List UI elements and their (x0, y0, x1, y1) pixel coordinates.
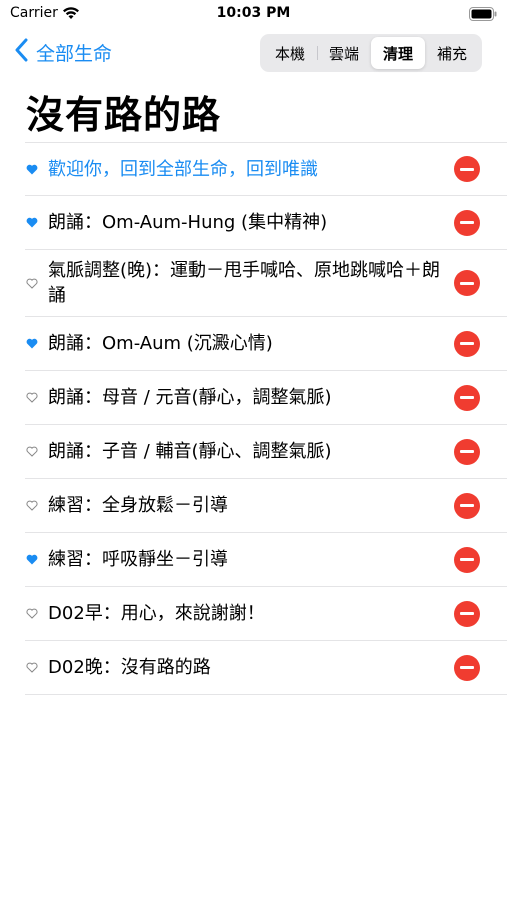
segmented-control: 本機 雲端 清理 補充 (260, 34, 482, 72)
list-item-label: D02晚：沒有路的路 (48, 657, 211, 678)
segment-cleanup[interactable]: 清理 (371, 37, 425, 69)
delete-button[interactable] (454, 270, 480, 296)
list-item[interactable]: 朗誦：子音 / 輔音(靜心、調整氣脈) (25, 425, 507, 479)
page-title: 沒有路的路 (26, 93, 222, 137)
heart-filled-icon[interactable] (25, 162, 39, 176)
battery-icon (469, 6, 497, 25)
delete-button[interactable] (454, 546, 480, 573)
delete-button[interactable] (454, 330, 480, 357)
heart-outline-icon[interactable] (25, 499, 39, 513)
list-item-label: 練習：呼吸靜坐－引導 (48, 549, 228, 570)
list-item-label: 朗誦：Om-Aum-Hung (集中精神) (48, 212, 328, 233)
list-item-label: 朗誦：子音 / 輔音(靜心、調整氣脈) (48, 441, 332, 462)
heart-outline-icon[interactable] (25, 391, 39, 405)
list-item[interactable]: 朗誦：Om-Aum (沉澱心情) (25, 317, 507, 371)
delete-button[interactable] (454, 156, 480, 182)
list-item-label: 練習：全身放鬆－引導 (48, 495, 228, 516)
heart-filled-icon[interactable] (25, 337, 39, 351)
status-bar: Carrier 10:03 PM (0, 0, 507, 30)
heart-filled-icon[interactable] (25, 553, 39, 567)
segment-local[interactable]: 本機 (263, 37, 317, 69)
chevron-left-icon (14, 38, 28, 66)
list-item-label: 朗誦：母音 / 元音(靜心，調整氣脈) (48, 387, 332, 408)
delete-button[interactable] (454, 654, 480, 681)
list-item[interactable]: 朗誦：母音 / 元音(靜心，調整氣脈) (25, 371, 507, 425)
list-item[interactable]: 歡迎你，回到全部生命，回到唯識 (25, 142, 507, 196)
delete-button[interactable] (454, 384, 480, 411)
list-item-label: 氣脈調整(晚)：運動－甩手喊哈、原地跳喊哈＋朗誦 (48, 260, 441, 306)
list-item[interactable]: D02早：用心，來說謝謝！ (25, 587, 507, 641)
heart-outline-icon[interactable] (25, 661, 39, 675)
segment-cloud[interactable]: 雲端 (317, 37, 371, 69)
list-item-label: 朗誦：Om-Aum (沉澱心情) (48, 333, 273, 354)
heart-outline-icon[interactable] (25, 445, 39, 459)
list-item[interactable]: 練習：呼吸靜坐－引導 (25, 533, 507, 587)
clock: 10:03 PM (216, 5, 291, 21)
list-item-label: D02早：用心，來說謝謝！ (48, 603, 265, 624)
delete-button[interactable] (454, 209, 480, 236)
list-item[interactable]: 氣脈調整(晚)：運動－甩手喊哈、原地跳喊哈＋朗誦 (25, 250, 507, 317)
back-button[interactable]: 全部生命 (14, 38, 112, 66)
heart-outline-icon[interactable] (25, 607, 39, 621)
list-item[interactable]: D02晚：沒有路的路 (25, 641, 507, 695)
track-list: 歡迎你，回到全部生命，回到唯識 朗誦：Om-Aum-Hung (集中精神) 氣脈… (0, 142, 507, 695)
list-item[interactable]: 朗誦：Om-Aum-Hung (集中精神) (25, 196, 507, 250)
heart-outline-icon[interactable] (25, 276, 39, 290)
delete-button[interactable] (454, 492, 480, 519)
back-label: 全部生命 (36, 42, 113, 65)
list-item[interactable]: 練習：全身放鬆－引導 (25, 479, 507, 533)
delete-button[interactable] (454, 600, 480, 627)
heart-filled-icon[interactable] (25, 216, 39, 230)
list-item-label: 歡迎你，回到全部生命，回到唯識 (48, 158, 318, 180)
segment-supplement[interactable]: 補充 (425, 37, 479, 69)
delete-button[interactable] (454, 438, 480, 465)
